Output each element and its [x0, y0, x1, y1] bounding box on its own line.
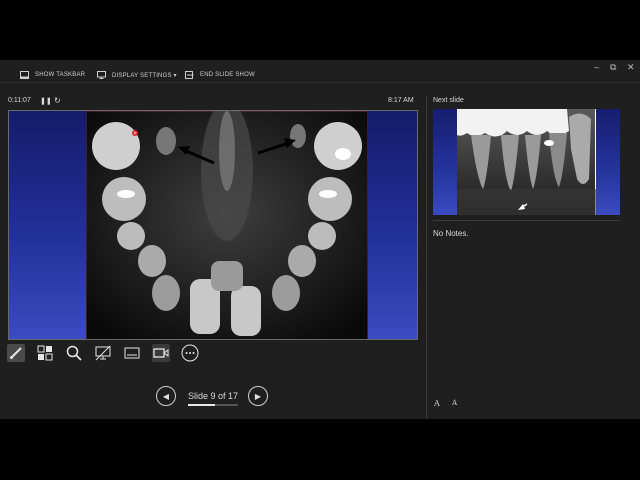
pen-tool-button[interactable]	[7, 344, 25, 362]
presenter-view: – ⧉ ✕ SHOW TASKBAR DISPLAY SETTINGS ▾ EN…	[0, 60, 640, 419]
next-slide-xray-image	[457, 109, 596, 215]
elapsed-timer: 0:11:07	[8, 97, 31, 104]
chevron-left-icon: ◀	[162, 391, 170, 401]
increase-font-button[interactable]: A	[434, 399, 440, 408]
pen-icon	[10, 347, 22, 359]
slide-counter[interactable]: Slide 9 of 17	[188, 391, 238, 401]
end-slide-show-label: END SLIDE SHOW	[200, 72, 255, 78]
slide-progress-bar	[188, 404, 238, 406]
monitor-off-icon	[95, 345, 111, 361]
ellipsis-icon	[181, 344, 199, 362]
end-slide-show-button[interactable]: END SLIDE SHOW	[185, 69, 255, 81]
taskbar-icon	[20, 71, 29, 79]
see-all-slides-button[interactable]	[36, 344, 54, 362]
next-slide-button[interactable]: ▶	[248, 386, 268, 406]
restart-timer-icon[interactable]: ↻	[54, 96, 61, 105]
end-show-icon	[185, 71, 194, 79]
more-options-button[interactable]	[181, 344, 199, 362]
minimize-icon[interactable]: –	[594, 62, 599, 72]
slide-progress-fill	[188, 404, 215, 406]
pause-timer-icon[interactable]: ❚❚	[40, 97, 52, 105]
previous-slide-button[interactable]: ◀	[156, 386, 176, 406]
show-taskbar-label: SHOW TASKBAR	[35, 72, 86, 78]
camera-icon	[153, 348, 169, 358]
restore-icon[interactable]: ⧉	[610, 62, 616, 73]
show-taskbar-button[interactable]: SHOW TASKBAR	[20, 69, 85, 81]
dental-xray-image	[86, 111, 368, 339]
decrease-font-button[interactable]: A	[452, 399, 457, 407]
zoom-button[interactable]	[65, 344, 83, 362]
camera-button[interactable]	[152, 344, 170, 362]
magnifier-icon	[66, 345, 82, 361]
display-settings-button[interactable]: DISPLAY SETTINGS ▾	[97, 69, 177, 81]
black-screen-button[interactable]	[94, 344, 112, 362]
subtitles-button[interactable]	[123, 344, 141, 362]
close-icon[interactable]: ✕	[627, 62, 635, 73]
current-time: 8:17 AM	[388, 97, 414, 104]
display-settings-label: DISPLAY SETTINGS ▾	[112, 72, 177, 79]
pane-divider[interactable]	[426, 96, 427, 419]
toolbar-divider	[0, 82, 640, 83]
next-slide-label: Next slide	[433, 97, 464, 104]
subtitles-icon	[124, 347, 140, 359]
notes-divider	[433, 220, 620, 221]
slides-grid-icon	[37, 345, 53, 361]
display-settings-icon	[97, 71, 106, 79]
current-slide[interactable]	[8, 110, 418, 340]
chevron-right-icon: ▶	[254, 391, 262, 401]
speaker-notes[interactable]: No Notes.	[433, 229, 469, 238]
next-slide-preview[interactable]	[433, 109, 620, 215]
